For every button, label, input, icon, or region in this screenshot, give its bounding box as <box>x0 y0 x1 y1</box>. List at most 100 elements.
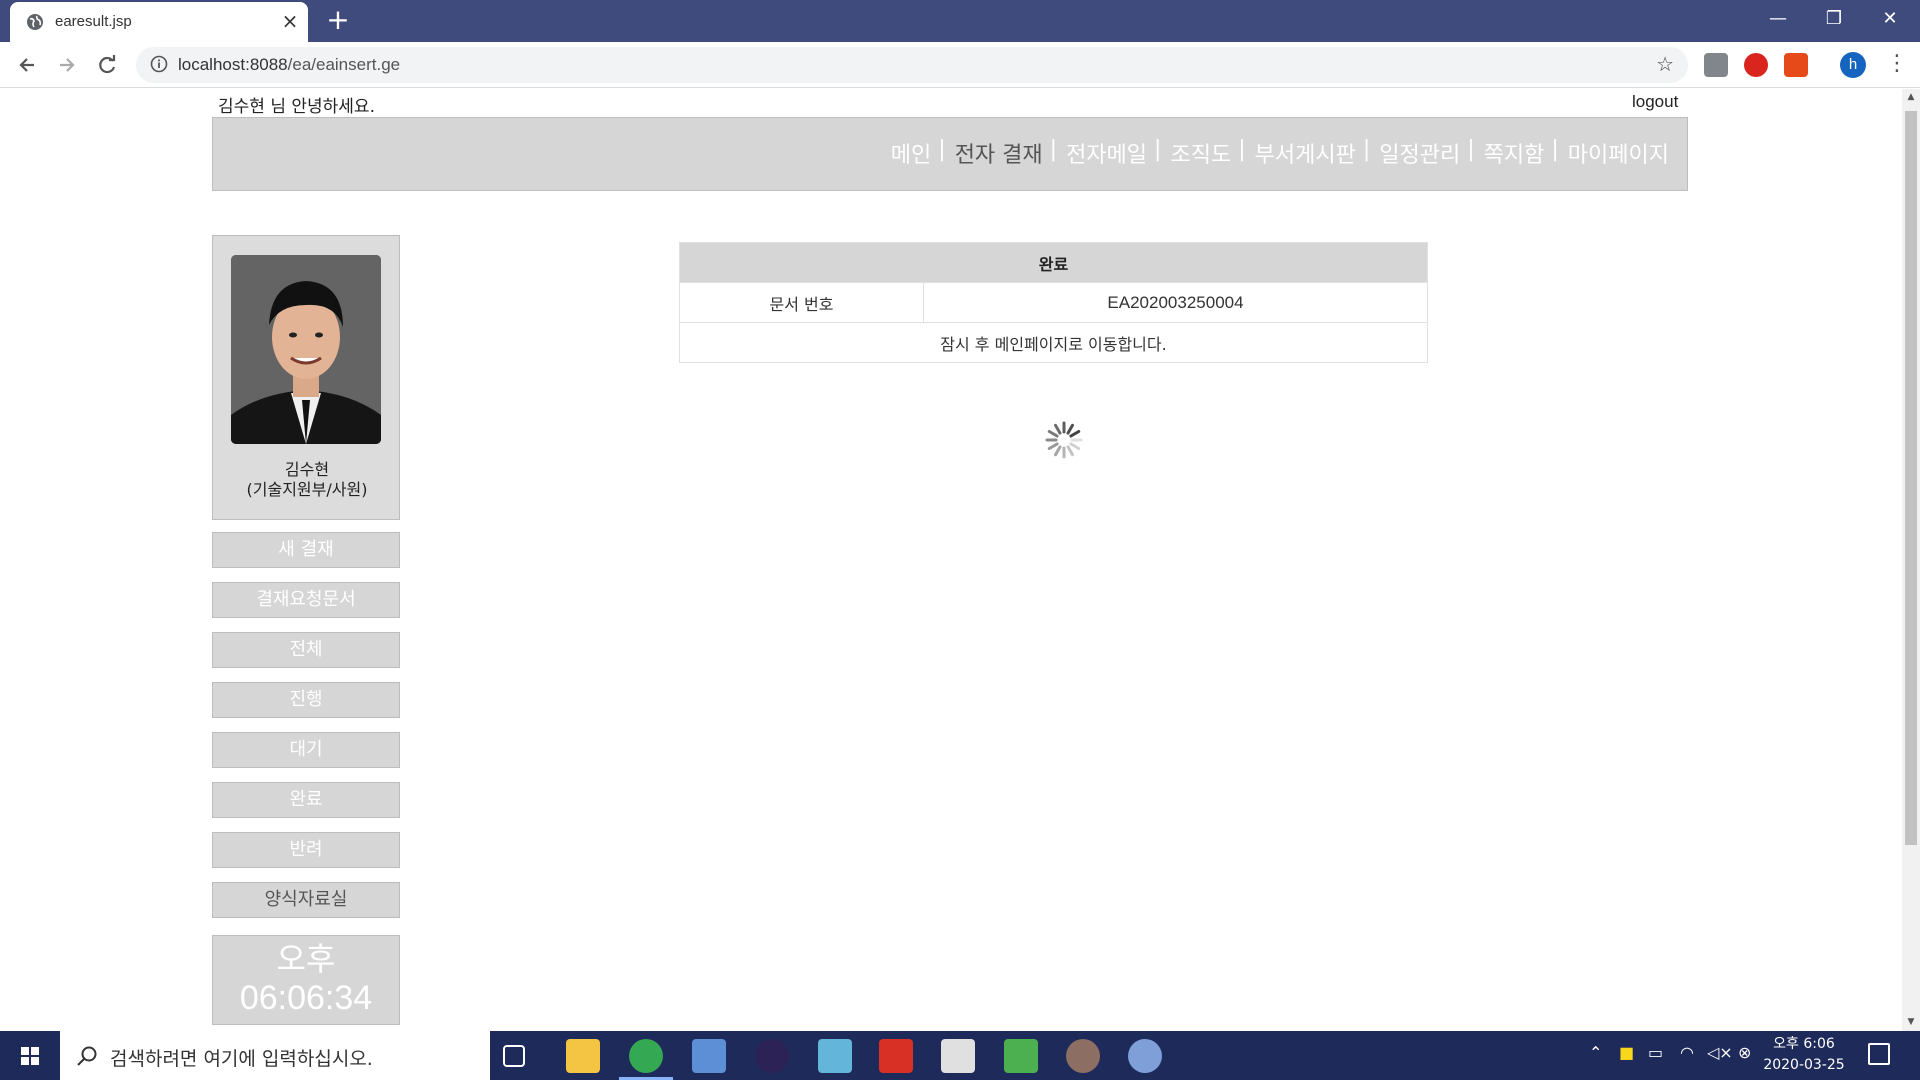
spinner-bar <box>1069 442 1081 450</box>
logout-link[interactable]: logout <box>1632 92 1678 112</box>
profile-dept: (기술지원부/사원) <box>246 480 368 499</box>
forward-arrow-icon <box>60 58 75 72</box>
app-icon-red[interactable] <box>879 1039 913 1073</box>
taskbar-date: 2020-03-25 <box>1763 1057 1845 1073</box>
page-viewport: 김수현 님 안녕하세요. logout 메인 | 전자 결재 | 전자메일 | 조직도 | 부서… <box>0 89 1902 1031</box>
globe-icon <box>27 14 43 30</box>
profile-avatar[interactable]: h <box>1840 52 1866 78</box>
profile-photo <box>231 255 381 444</box>
paint-icon[interactable] <box>1128 1039 1162 1073</box>
tray-status-icon[interactable]: ⊗ <box>1738 1043 1751 1062</box>
info-icon[interactable] <box>150 55 168 73</box>
new-tab-button[interactable]: + <box>324 6 352 34</box>
file-explorer-icon[interactable] <box>566 1039 600 1073</box>
tray-chat-icon[interactable]: ■ <box>1619 1043 1634 1062</box>
office-icon[interactable] <box>1784 53 1808 77</box>
close-window-button[interactable]: ✕ <box>1862 0 1918 40</box>
result-header: 완료 <box>679 242 1428 283</box>
nav-item[interactable]: 전자 결재 <box>955 137 1043 169</box>
app-icon-gear[interactable] <box>1066 1039 1100 1073</box>
page-scrollbar[interactable]: ▲ ▼ <box>1902 89 1920 1031</box>
spinner-bar <box>1066 445 1074 457</box>
eclipse-icon[interactable] <box>755 1039 789 1073</box>
sidebar-button[interactable]: 진행 <box>212 682 400 718</box>
profile-name: 김수현 <box>284 460 330 479</box>
sidebar: 김수현 (기술지원부/사원) 새 결재결재요청문서전체진행대기완료반려양식자료실… <box>212 235 400 1025</box>
nav-separator: | <box>1238 137 1246 162</box>
taskbar-search[interactable]: 검색하려면 여기에 입력하십시오. <box>60 1031 490 1080</box>
doc-number-label: 문서 번호 <box>679 282 924 323</box>
table-row: 잠시 후 메인페이지로 이동합니다. <box>679 322 1428 363</box>
adblock-icon[interactable] <box>1744 53 1768 77</box>
restore-button[interactable]: ❐ <box>1806 0 1862 40</box>
nav-separator: | <box>1551 137 1559 162</box>
browser-tab[interactable]: earesult.jsp × <box>10 2 308 42</box>
taskbar-time: 오후 6:06 <box>1773 1036 1835 1052</box>
result-header-row: 완료 <box>679 242 1428 283</box>
nav-item[interactable]: 조직도 <box>1170 137 1231 169</box>
taskbar-clock[interactable]: 오후 6:06 2020-03-25 <box>1756 1034 1852 1076</box>
table-row: 문서 번호 EA202003250004 <box>679 282 1428 323</box>
sidebar-button[interactable]: 새 결재 <box>212 532 400 568</box>
search-placeholder: 검색하려면 여기에 입력하십시오. <box>110 1048 373 1070</box>
app-icon-media[interactable] <box>1004 1039 1038 1073</box>
nav-item[interactable]: 일정관리 <box>1379 137 1460 169</box>
bookmark-star-icon[interactable]: ☆ <box>1656 52 1674 76</box>
nav-item[interactable]: 부서게시판 <box>1255 137 1356 169</box>
scroll-down-icon[interactable]: ▼ <box>1906 1017 1916 1027</box>
redirect-message: 잠시 후 메인페이지로 이동합니다. <box>679 322 1428 363</box>
sidebar-button[interactable]: 전체 <box>212 632 400 668</box>
scroll-up-icon[interactable]: ▲ <box>1906 92 1916 102</box>
notification-icon[interactable] <box>1868 1043 1890 1065</box>
extension-icon[interactable] <box>1704 53 1728 77</box>
loading-spinner-icon <box>1045 421 1083 459</box>
forward-button[interactable] <box>52 51 82 79</box>
spinner-bar <box>1054 445 1062 457</box>
nav-item[interactable]: 전자메일 <box>1066 137 1147 169</box>
browser-toolbar: localhost:8088/ea/eainsert.ge ☆ h ⋮ <box>0 42 1920 88</box>
spinner-bar <box>1047 442 1059 450</box>
minimize-button[interactable]: — <box>1750 0 1806 40</box>
sidebar-button[interactable]: 반려 <box>212 832 400 868</box>
top-nav-menu: 메인 | 전자 결재 | 전자메일 | 조직도 | 부서게시판 | 일정관리 | 쪽지함 | 마이페이지 <box>891 137 1669 169</box>
nav-item[interactable]: 메인 <box>891 137 931 169</box>
sidebar-button[interactable]: 양식자료실 <box>212 882 400 918</box>
nav-separator: | <box>1154 137 1162 162</box>
chrome-icon[interactable] <box>629 1039 663 1073</box>
notepad-icon[interactable] <box>818 1039 852 1073</box>
top-nav-bar: 메인 | 전자 결재 | 전자메일 | 조직도 | 부서게시판 | 일정관리 | 쪽지함 | 마이페이지 <box>212 117 1688 191</box>
spinner-bar <box>1054 423 1062 435</box>
nav-item[interactable]: 마이페이지 <box>1568 137 1669 169</box>
sidebar-button[interactable]: 완료 <box>212 782 400 818</box>
task-view-icon[interactable] <box>503 1045 525 1067</box>
spinner-bar <box>1047 430 1059 438</box>
back-arrow-icon <box>19 58 34 72</box>
app-icon-window[interactable] <box>941 1039 975 1073</box>
wifi-icon[interactable]: ◠ <box>1680 1043 1694 1062</box>
result-table: 완료 문서 번호 EA202003250004 잠시 후 메인페이지로 이동합니… <box>679 242 1428 363</box>
start-button[interactable] <box>0 1031 60 1080</box>
browser-menu-icon[interactable]: ⋮ <box>1886 51 1908 79</box>
nav-separator: | <box>1467 137 1475 162</box>
address-bar[interactable]: localhost:8088/ea/eainsert.ge ☆ <box>136 47 1688 83</box>
tab-close-icon[interactable]: × <box>280 11 300 31</box>
spinner-bar <box>1069 430 1081 438</box>
sidebar-button[interactable]: 대기 <box>212 732 400 768</box>
clock-ampm: 오후 <box>276 940 336 978</box>
reload-button[interactable] <box>92 51 122 79</box>
scroll-thumb[interactable] <box>1905 111 1917 845</box>
windows-logo-icon <box>21 1047 39 1065</box>
nav-item[interactable]: 쪽지함 <box>1484 137 1545 169</box>
app-icon-db[interactable] <box>692 1039 726 1073</box>
tray-expand-icon[interactable]: ⌃ <box>1589 1043 1602 1062</box>
reload-icon <box>99 55 116 74</box>
profile-card: 김수현 (기술지원부/사원) <box>212 235 400 520</box>
greeting-text: 김수현 님 안녕하세요. <box>218 97 375 117</box>
battery-icon[interactable]: ▭ <box>1648 1043 1663 1062</box>
back-button[interactable] <box>12 51 42 79</box>
nav-separator: | <box>1362 137 1371 162</box>
windows-taskbar: 검색하려면 여기에 입력하십시오. ⌃ ■ ▭ ◠ ◁× ⊗ 오후 6:06 2… <box>0 1031 1920 1080</box>
volume-mute-icon[interactable]: ◁× <box>1707 1043 1733 1062</box>
clock-widget: 오후 06:06:34 <box>212 935 400 1025</box>
sidebar-button[interactable]: 결재요청문서 <box>212 582 400 618</box>
